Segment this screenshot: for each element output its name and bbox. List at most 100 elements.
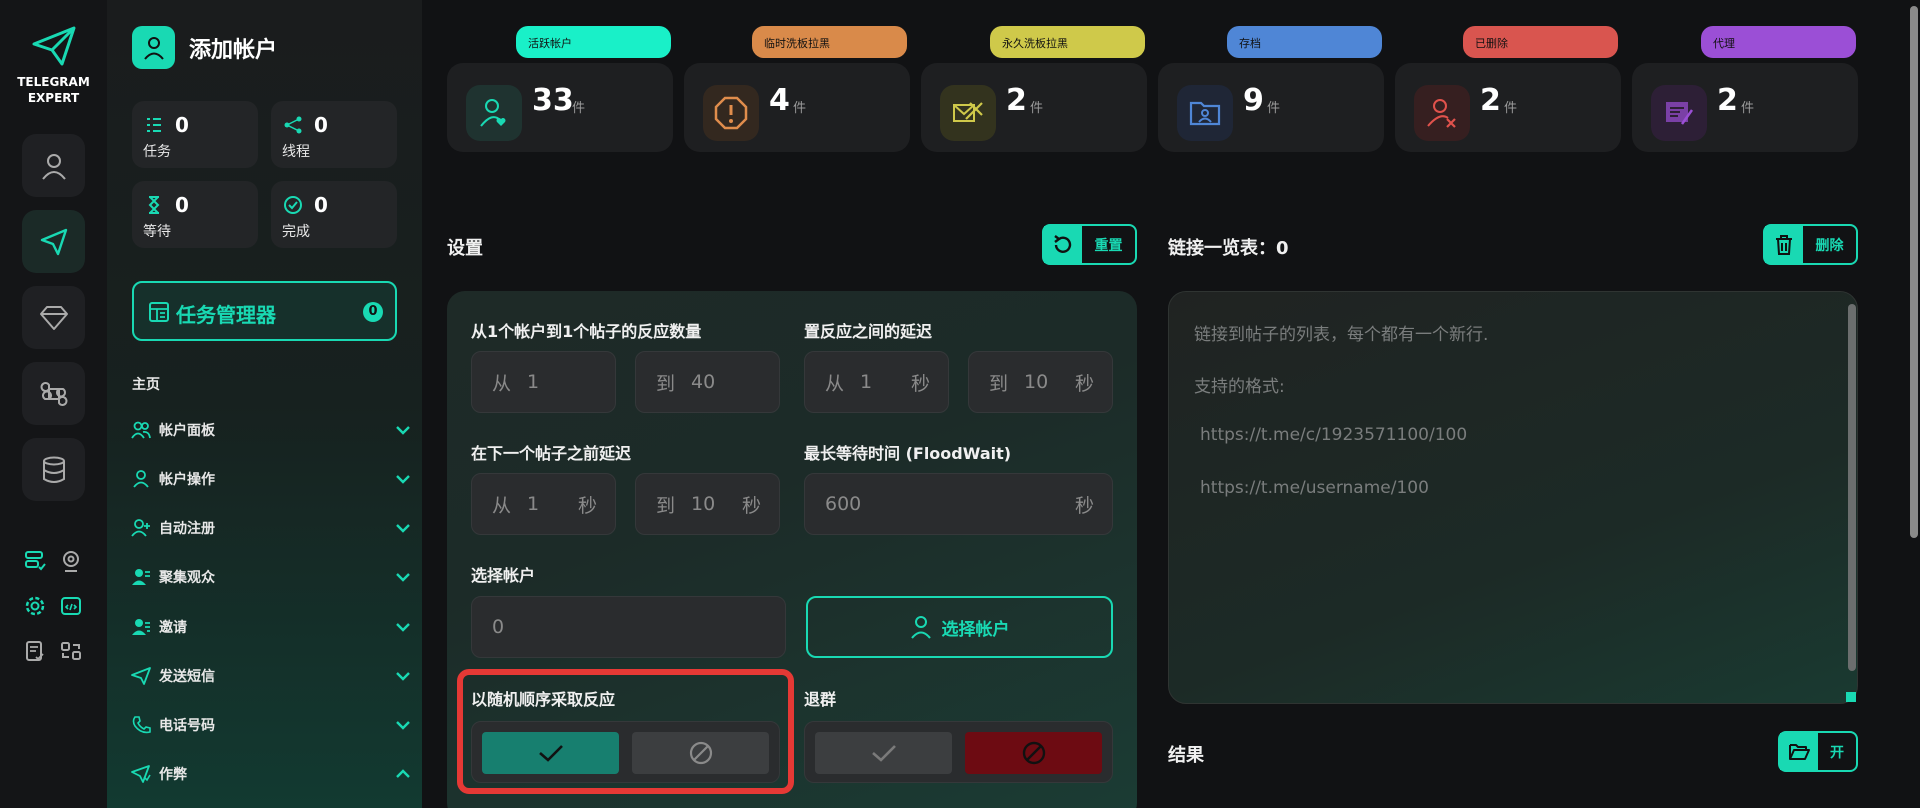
selected-account-count-field[interactable]: 0: [471, 596, 786, 658]
cheat-icon: [131, 765, 151, 783]
rail-command-button[interactable]: [22, 362, 85, 425]
nav-item-label: 邀请: [159, 620, 187, 636]
hourglass-icon: [148, 196, 160, 214]
card-value: 9: [1243, 83, 1264, 118]
sidebar-title: 添加帐户: [189, 38, 278, 63]
select-account-button[interactable]: 选择帐户: [806, 596, 1113, 658]
card-active-accounts[interactable]: 33 件: [447, 63, 673, 152]
reactions-to-input[interactable]: 到 40: [635, 351, 780, 413]
delay-from-input[interactable]: 从1秒: [804, 351, 949, 413]
nav-item-gather-audience[interactable]: 聚集观众: [131, 562, 411, 592]
nav-item-account-ops[interactable]: 帐户操作: [131, 464, 411, 494]
next-delay-to-input[interactable]: 到 10 秒: [635, 473, 780, 535]
open-label: 开: [1830, 744, 1844, 761]
user-x-icon: [1427, 99, 1456, 128]
card-value: 4: [769, 83, 790, 118]
resize-handle[interactable]: [1846, 692, 1856, 702]
stat-label: 等待: [143, 224, 171, 240]
leave-group-no-button[interactable]: [965, 732, 1102, 774]
nav-item-label: 电话号码: [159, 718, 215, 734]
reactions-from-input[interactable]: 从1: [471, 351, 616, 413]
card-proxy[interactable]: 2 件: [1632, 63, 1858, 152]
swap-icon[interactable]: [58, 638, 84, 664]
card-value: 33: [532, 83, 574, 118]
links-count: 0: [1276, 238, 1289, 259]
chevron-down-icon: [396, 623, 410, 632]
leave-group-yes-button[interactable]: [815, 732, 952, 774]
command-icon: [40, 381, 67, 406]
results-title: 结果: [1168, 745, 1204, 766]
rail-database-button[interactable]: [22, 438, 85, 501]
stat-value: 0: [175, 193, 189, 217]
next-delay-from-input[interactable]: 从1秒: [471, 473, 616, 535]
code-window-icon[interactable]: [58, 593, 84, 619]
settings-title: 设置: [447, 238, 483, 259]
server-check-icon[interactable]: [22, 548, 48, 574]
card-temp-ban[interactable]: 4 件: [684, 63, 910, 152]
delete-button[interactable]: 删除: [1763, 224, 1858, 265]
user-icon: [143, 36, 164, 60]
task-manager-label: 任务管理器: [176, 303, 276, 327]
webcam-icon[interactable]: [58, 548, 84, 574]
nav-item-account-panel[interactable]: 帐户面板: [131, 415, 411, 445]
user-icon: [133, 470, 149, 488]
links-textarea[interactable]: 链接到帖子的列表，每个都有一个新行. 支持的格式: https://t.me/c…: [1168, 291, 1858, 704]
add-account-logo[interactable]: [132, 26, 175, 69]
textarea-scrollbar[interactable]: [1848, 304, 1856, 671]
settings-gear-icon[interactable]: [22, 593, 48, 619]
rail-accounts-button[interactable]: [22, 134, 85, 197]
document-check-icon[interactable]: [22, 638, 48, 664]
send-icon: [40, 228, 67, 255]
nav-item-phone-numbers[interactable]: 电话号码: [131, 710, 411, 740]
card-archive[interactable]: 9 件: [1158, 63, 1384, 152]
database-icon: [42, 456, 65, 483]
floodwait-input[interactable]: 600 秒: [804, 473, 1113, 535]
open-button[interactable]: 开: [1778, 731, 1858, 772]
diamond-icon: [39, 305, 68, 330]
section-label-home: 主页: [132, 377, 160, 393]
badge-deleted: 已删除: [1463, 26, 1618, 58]
check-circle-icon: [284, 196, 302, 214]
envelope-x-icon: [953, 102, 983, 122]
user-list-icon: [132, 619, 150, 635]
nav-item-label: 作弊: [159, 767, 187, 783]
delay-label: 置反应之间的延迟: [804, 322, 933, 341]
nav-item-label: 帐户面板: [159, 423, 215, 439]
nav-item-label: 帐户操作: [159, 472, 215, 488]
telegram-logo-icon: [32, 26, 76, 70]
nav-item-label: 发送短信: [159, 669, 215, 685]
badge-perm-ban: 永久洗板拉黑: [990, 26, 1145, 58]
nav-item-invite[interactable]: 邀请: [131, 612, 411, 642]
rail-diamond-button[interactable]: [22, 286, 85, 349]
folder-user-icon: [1189, 101, 1221, 126]
tasks-icon: [147, 118, 161, 132]
card-value: 2: [1480, 83, 1501, 118]
reset-button[interactable]: 重置: [1042, 224, 1137, 265]
rail-send-button[interactable]: [22, 210, 85, 273]
stat-value: 0: [314, 193, 328, 217]
stat-label: 线程: [282, 144, 310, 160]
folder-open-icon: [1789, 743, 1810, 760]
card-deleted[interactable]: 2 件: [1395, 63, 1621, 152]
user-group-icon: [132, 569, 150, 585]
badge-proxy: 代理: [1701, 26, 1856, 58]
next-post-delay-label: 在下一个帖子之前延迟: [471, 444, 632, 463]
task-manager-button[interactable]: 任务管理器 0: [132, 281, 397, 341]
logo-line2: EXPERT: [27, 91, 80, 105]
card-perm-ban[interactable]: 2 件: [921, 63, 1147, 152]
nav-item-label: 自动注册: [159, 521, 215, 537]
card-unit: 件: [1741, 101, 1755, 116]
reset-label: 重置: [1094, 237, 1123, 254]
badge-archive: 存档: [1227, 26, 1382, 58]
nav-item-send-sms[interactable]: 发送短信: [131, 661, 411, 691]
chevron-down-icon: [396, 426, 410, 435]
nav-item-cheat[interactable]: 作弊: [131, 759, 411, 789]
page-scrollbar-thumb[interactable]: [1910, 6, 1918, 538]
page-scrollbar-track[interactable]: [1908, 0, 1920, 808]
chevron-up-icon: [396, 769, 410, 778]
card-unit: 件: [1504, 101, 1518, 116]
card-unit: 件: [1267, 101, 1281, 116]
nav-item-auto-register[interactable]: 自动注册: [131, 513, 411, 543]
proxy-icon: [1666, 102, 1694, 125]
delay-to-input[interactable]: 到 10 秒: [968, 351, 1113, 413]
